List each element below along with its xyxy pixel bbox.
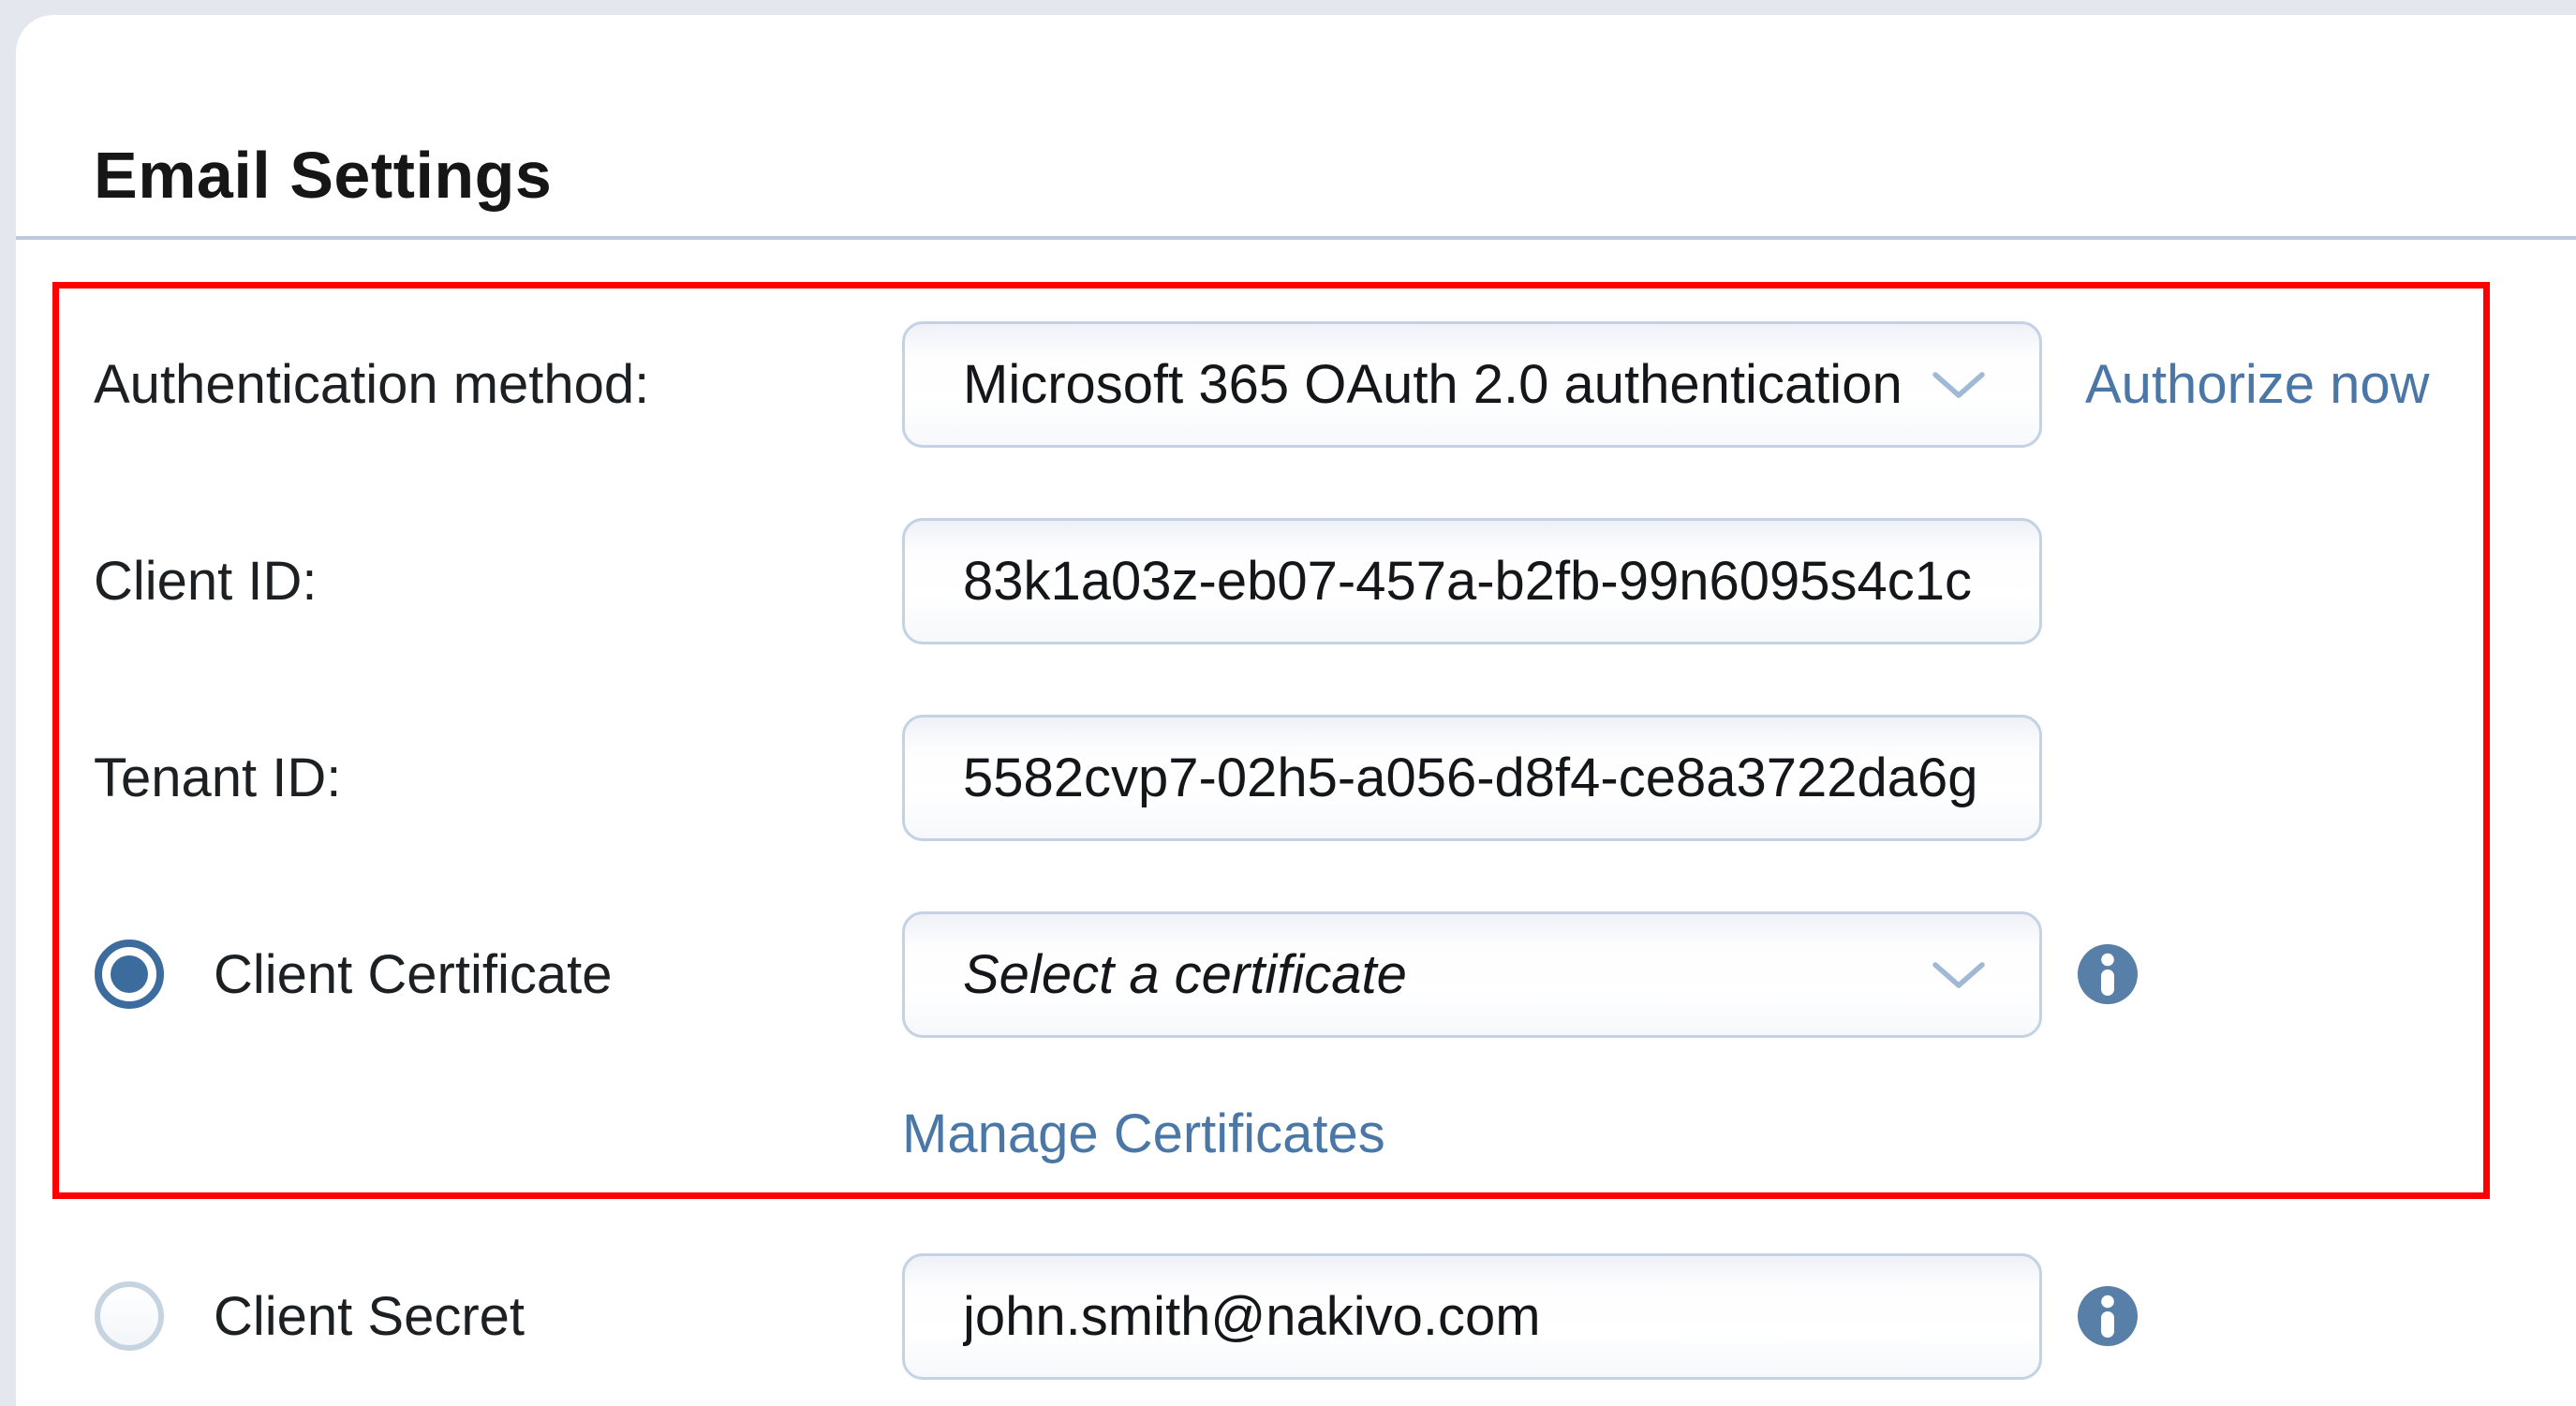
page-title: Email Settings — [94, 141, 552, 209]
client-secret-radio[interactable] — [95, 1281, 164, 1351]
authorize-now-link[interactable]: Authorize now — [2085, 321, 2430, 448]
tenant-id-input[interactable] — [902, 715, 2042, 841]
header-divider — [16, 236, 2576, 240]
client-id-label: Client ID: — [94, 518, 318, 644]
authentication-method-select[interactable]: Microsoft 365 OAuth 2.0 authentication — [902, 321, 2042, 448]
info-icon[interactable] — [2078, 1286, 2138, 1346]
authentication-method-label: Authentication method: — [94, 321, 649, 448]
authentication-method-value: Microsoft 365 OAuth 2.0 authentication — [963, 353, 1912, 416]
email-settings-screen: Email Settings Authentication method: Mi… — [0, 0, 2576, 1406]
radio-dot — [111, 955, 148, 993]
chevron-down-icon — [1931, 960, 1987, 990]
client-secret-label[interactable]: Client Secret — [214, 1253, 525, 1380]
tenant-id-label: Tenant ID: — [94, 715, 341, 841]
client-secret-input[interactable] — [902, 1253, 2042, 1380]
client-certificate-radio[interactable] — [95, 940, 164, 1009]
client-id-input[interactable] — [902, 518, 2042, 644]
client-certificate-label[interactable]: Client Certificate — [214, 911, 612, 1038]
certificate-select[interactable]: Select a certificate — [902, 911, 2042, 1038]
chevron-down-icon — [1931, 370, 1987, 400]
manage-certificates-link[interactable]: Manage Certificates — [902, 1105, 1385, 1163]
certificate-select-placeholder: Select a certificate — [963, 943, 1912, 1006]
info-icon[interactable] — [2078, 944, 2138, 1004]
